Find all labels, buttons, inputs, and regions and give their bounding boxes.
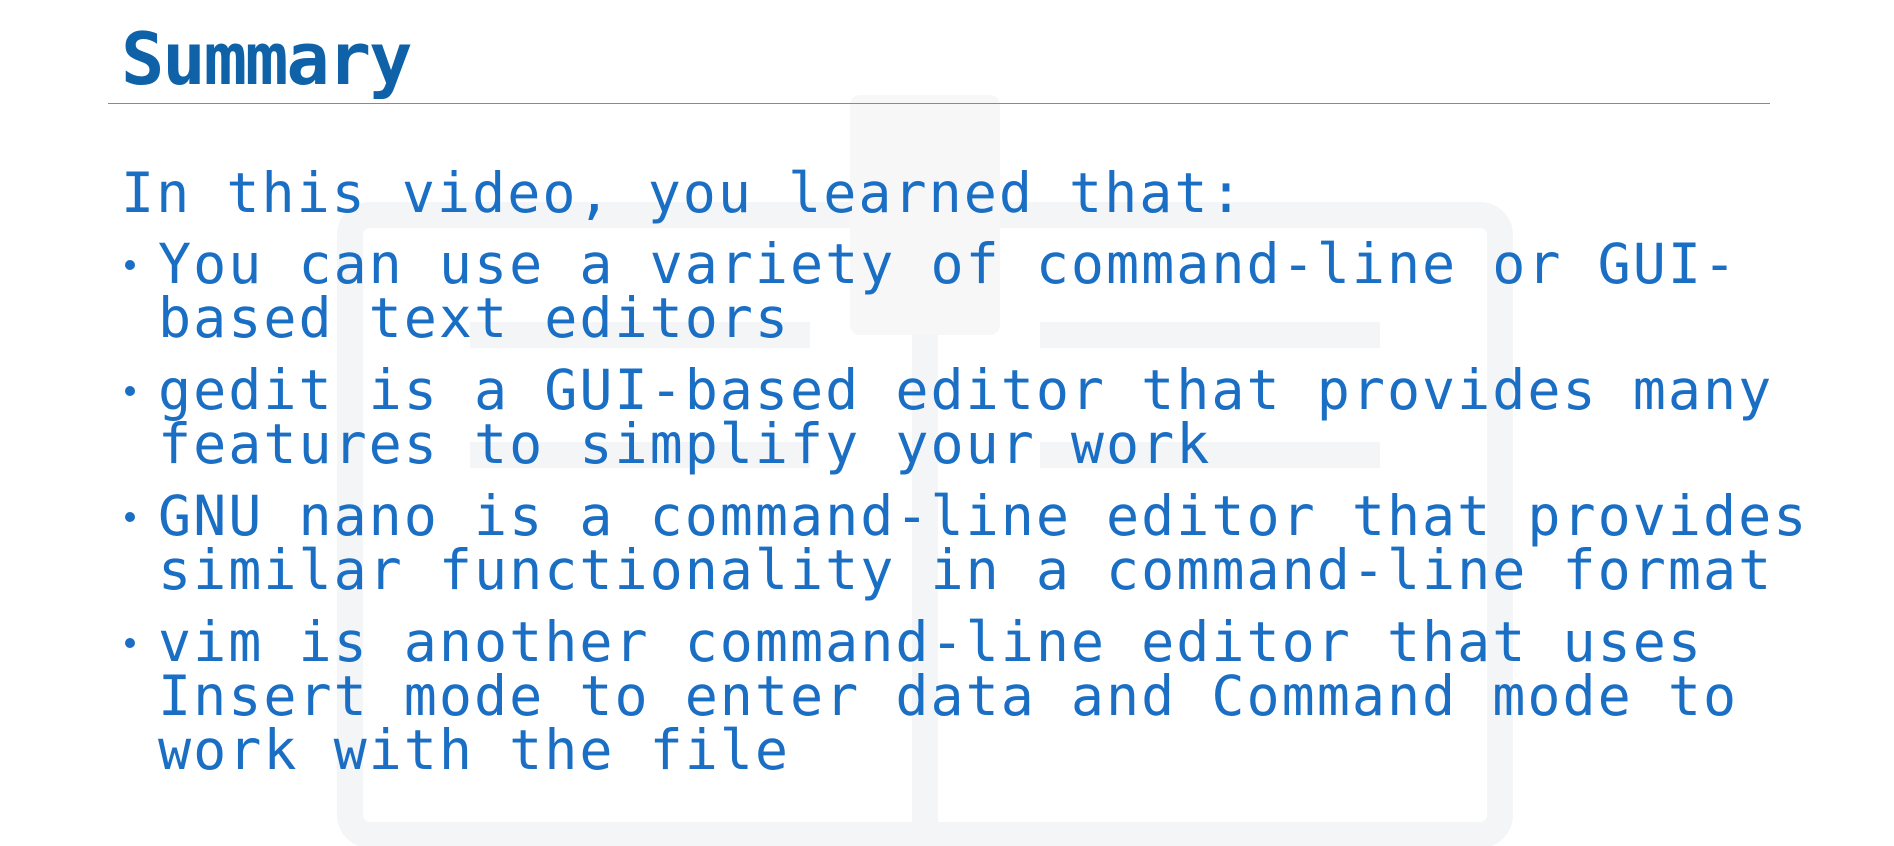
- list-item: GNU nano is a command-line editor that p…: [121, 484, 1821, 602]
- bullet-icon: [125, 638, 135, 648]
- bullet-icon: [125, 512, 135, 522]
- summary-content: In this video, you learned that: You can…: [121, 163, 1821, 795]
- title-divider: [108, 103, 1770, 104]
- summary-list: You can use a variety of command-line or…: [121, 232, 1821, 782]
- list-item-text: You can use a variety of command-line or…: [158, 232, 1739, 350]
- slide: Summary In this video, you learned that:…: [0, 0, 1894, 846]
- page-title: Summary: [121, 17, 412, 101]
- list-item: gedit is a GUI-based editor that provide…: [121, 358, 1821, 476]
- intro-text: In this video, you learned that:: [121, 161, 1245, 225]
- list-item: You can use a variety of command-line or…: [121, 232, 1821, 350]
- list-item: vim is another command-line editor that …: [121, 610, 1821, 782]
- bullet-icon: [125, 386, 135, 396]
- list-item-text: vim is another command-line editor that …: [158, 610, 1739, 782]
- bullet-icon: [125, 260, 135, 270]
- list-item-text: gedit is a GUI-based editor that provide…: [158, 358, 1774, 476]
- list-item-text: GNU nano is a command-line editor that p…: [158, 484, 1809, 602]
